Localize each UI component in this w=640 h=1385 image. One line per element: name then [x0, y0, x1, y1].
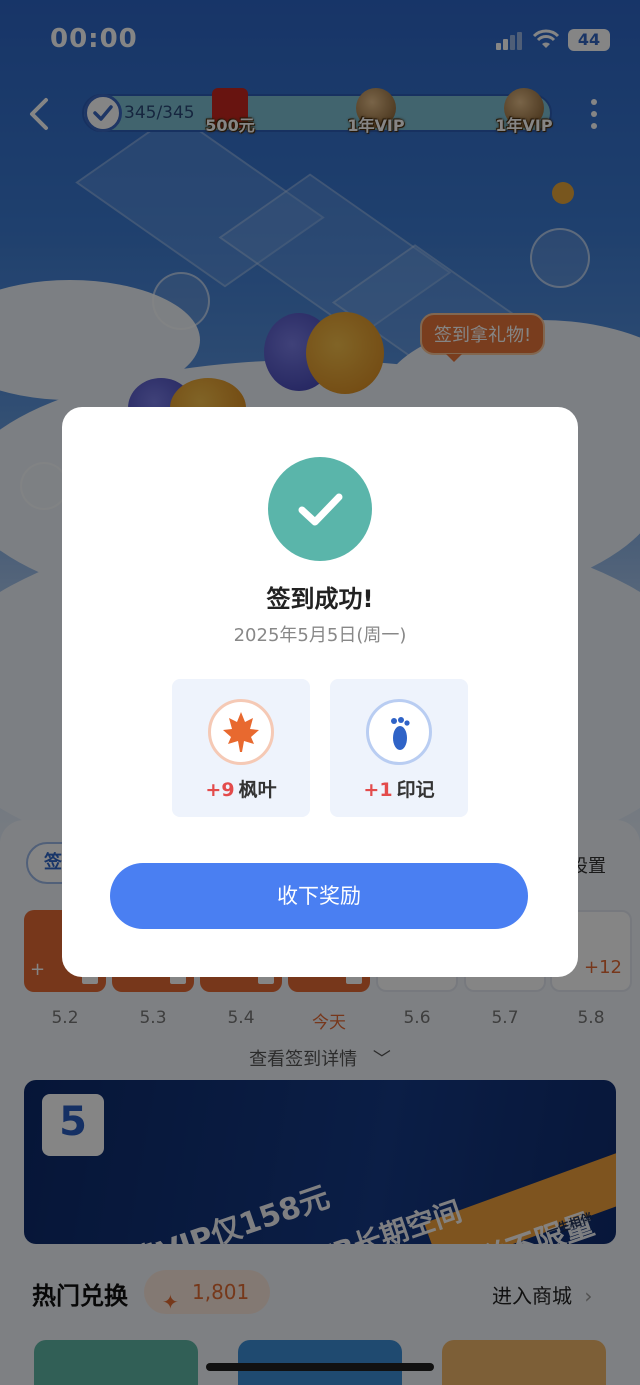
reward-card-maple: +9 枫叶: [172, 679, 310, 817]
success-check-icon: [268, 457, 372, 561]
home-indicator[interactable]: [206, 1363, 434, 1371]
maple-leaf-icon: [208, 699, 274, 765]
reward-card-footprint: +1 印记: [330, 679, 468, 817]
dialog-date: 2025年5月5日(周一): [233, 625, 407, 646]
footprint-icon: [366, 699, 432, 765]
checkin-success-dialog: 签到成功! 2025年5月5日(周一) +9 枫叶 +1 印记 收下奖励: [62, 407, 578, 977]
accept-reward-button[interactable]: 收下奖励: [110, 863, 528, 929]
dialog-title: 签到成功!: [266, 585, 374, 613]
